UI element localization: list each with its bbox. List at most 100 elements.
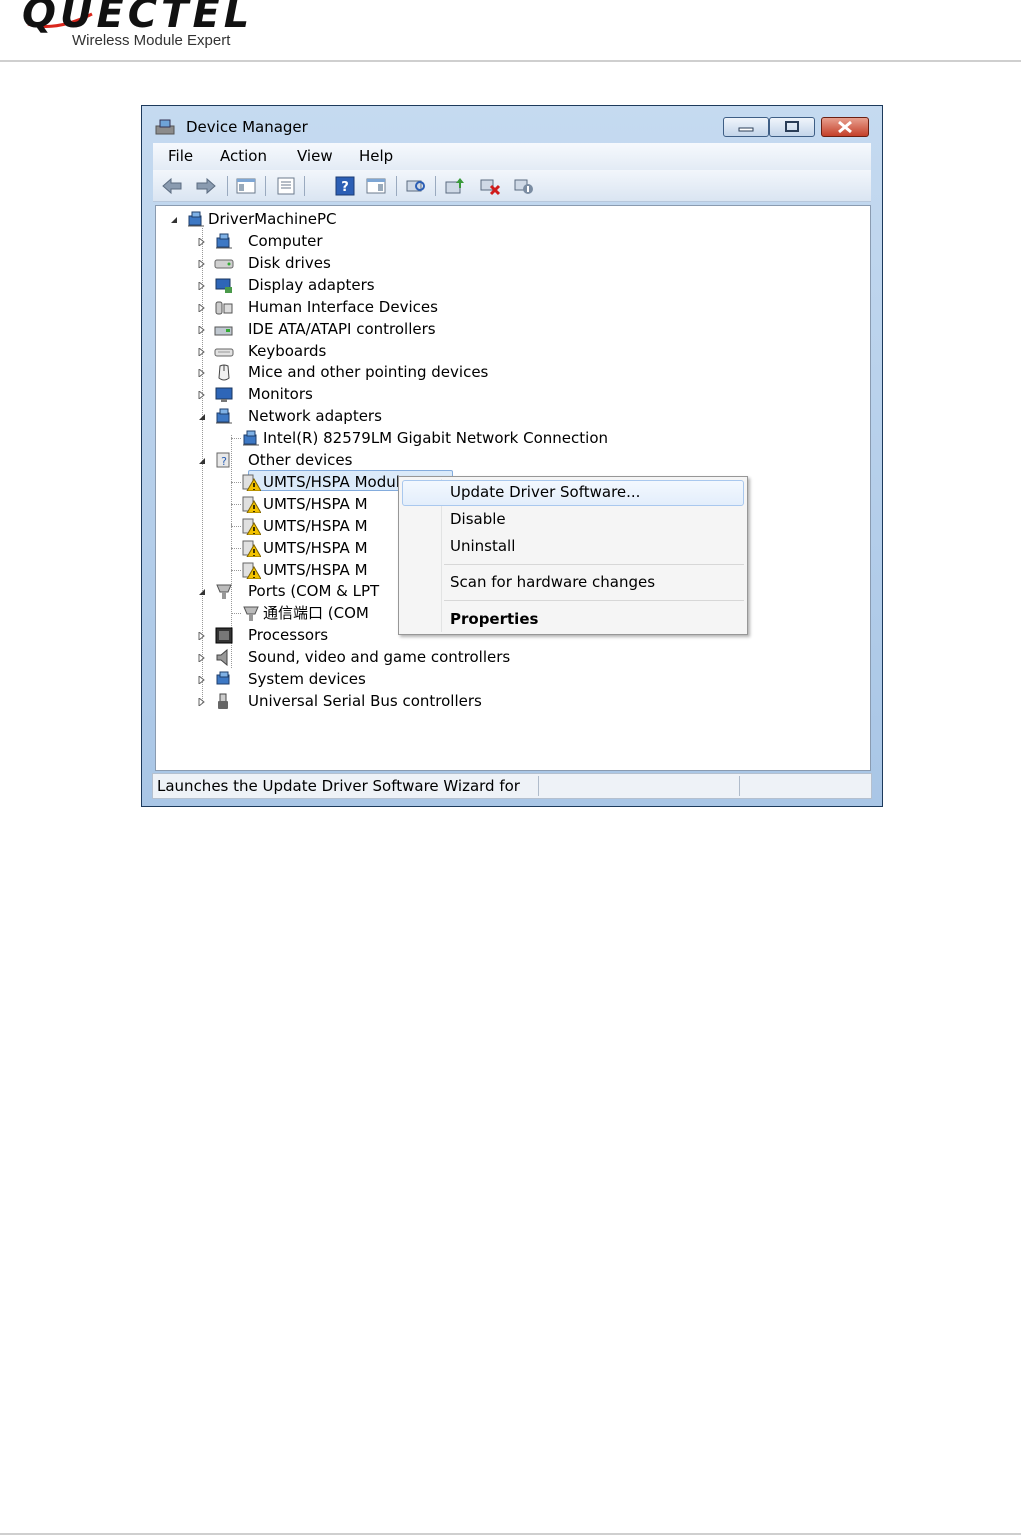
expanded-triangle-icon[interactable] (198, 413, 206, 421)
device-manager-window: Device Manager File Action View Help ? D… (141, 105, 883, 807)
disk-icon (214, 259, 234, 269)
tree-item-label: UMTS/HSPA M (263, 538, 368, 557)
warning-icon (242, 540, 261, 557)
hid-icon (215, 301, 233, 315)
collapsed-triangle-icon[interactable] (198, 369, 206, 378)
close-icon (838, 120, 852, 134)
network-icon (243, 430, 259, 446)
device-manager-icon (155, 119, 175, 135)
tree-connector (231, 525, 241, 527)
toolbar: ? (153, 170, 871, 202)
expanded-triangle-icon[interactable] (170, 216, 178, 224)
tree-item-label: UMTS/HSPA M (263, 494, 368, 513)
usb-icon (218, 693, 228, 709)
toolbar-separator (435, 176, 436, 196)
collapsed-triangle-icon[interactable] (198, 676, 206, 684)
tree-item-label: Keyboards (248, 341, 327, 360)
cpu-icon (215, 627, 233, 644)
menu-item-scan-hardware[interactable]: Scan for hardware changes (450, 573, 655, 591)
scan-hardware-icon[interactable] (405, 176, 427, 196)
back-arrow-icon[interactable] (161, 176, 183, 196)
warning-icon (242, 518, 261, 535)
menu-item-properties[interactable]: Properties (450, 610, 538, 628)
tree-item-label: Processors (248, 626, 329, 645)
collapsed-triangle-icon[interactable] (198, 303, 206, 312)
quectel-logo: QUECTEL (22, 0, 254, 37)
expanded-triangle-icon[interactable] (198, 457, 206, 465)
show-hide-console-icon[interactable] (235, 176, 257, 196)
system-icon (216, 671, 230, 685)
svg-text:?: ? (221, 455, 227, 468)
warning-icon (242, 496, 261, 513)
menu-file[interactable]: File (168, 147, 193, 165)
keyboard-icon (214, 348, 234, 356)
toolbar-separator (227, 176, 228, 196)
tree-item-label: Human Interface Devices (248, 297, 438, 316)
status-divider (739, 776, 740, 796)
tree-item-label: Other devices (248, 451, 353, 469)
menu-view[interactable]: View (297, 147, 333, 165)
forward-arrow-icon[interactable] (195, 176, 217, 196)
tree-item-label: UMTS/HSPA M (263, 560, 368, 579)
status-text: Launches the Update Driver Software Wiza… (157, 777, 520, 795)
expanded-triangle-icon[interactable] (198, 588, 206, 596)
minimize-button[interactable] (723, 117, 769, 137)
collapsed-triangle-icon[interactable] (198, 654, 206, 663)
toolbar-separator (304, 176, 305, 196)
status-bar: Launches the Update Driver Software Wiza… (152, 773, 872, 799)
help-icon[interactable]: ? (334, 176, 356, 196)
header-divider (0, 60, 1021, 62)
close-button[interactable] (821, 117, 869, 137)
menu-help[interactable]: Help (359, 147, 393, 165)
menu-item-update-driver[interactable]: Update Driver Software... (450, 483, 640, 501)
mouse-icon (218, 364, 230, 381)
warning-icon (242, 562, 261, 579)
tree-item-label: Ports (COM & LPT (248, 582, 380, 601)
tree-item-label: Sound, video and game controllers (248, 648, 511, 667)
network-icon (216, 408, 232, 424)
warning-icon (242, 474, 261, 491)
tree-item-label: Display adapters (248, 275, 375, 294)
tree-item-label: UMTS/HSPA Module (263, 472, 410, 491)
menu-bar: File Action View Help (153, 143, 871, 170)
collapsed-triangle-icon[interactable] (198, 325, 206, 334)
window-title: Device Manager (186, 118, 308, 136)
collapsed-triangle-icon[interactable] (198, 281, 206, 290)
collapsed-triangle-icon[interactable] (198, 238, 206, 246)
network-icon (216, 233, 232, 249)
toolbar-separator (396, 176, 397, 196)
tree-connector (231, 613, 241, 615)
menu-separator (444, 564, 744, 565)
tree-item-label: Mice and other pointing devices (248, 363, 489, 382)
menu-action[interactable]: Action (220, 147, 267, 165)
collapsed-triangle-icon[interactable] (198, 259, 206, 268)
monitor-icon (215, 387, 233, 403)
update-driver-icon[interactable] (444, 176, 466, 196)
maximize-button[interactable] (769, 117, 815, 137)
properties-icon[interactable] (275, 176, 297, 196)
svg-text:?: ? (341, 180, 349, 195)
tree-connector (231, 547, 241, 549)
collapsed-triangle-icon[interactable] (198, 632, 206, 641)
tree-connector (231, 503, 241, 505)
collapsed-triangle-icon[interactable] (198, 391, 206, 400)
tree-item-label: 通信端口 (COM (263, 604, 369, 623)
document-header: QUECTEL Wireless Module Expert (0, 0, 1021, 62)
menu-item-disable[interactable]: Disable (450, 510, 506, 528)
disable-device-icon[interactable] (513, 176, 535, 196)
collapsed-triangle-icon[interactable] (198, 697, 206, 706)
footer-divider (0, 1533, 1021, 1535)
computer-icon (188, 211, 204, 227)
tree-item-label: Universal Serial Bus controllers (248, 691, 482, 710)
uninstall-device-icon[interactable] (479, 176, 501, 196)
toolbar-separator (265, 176, 266, 196)
collapsed-triangle-icon[interactable] (198, 347, 206, 356)
display-icon (215, 278, 232, 293)
menu-item-uninstall[interactable]: Uninstall (450, 537, 515, 555)
port-icon (243, 606, 259, 622)
minimize-icon (738, 127, 754, 132)
port-icon (216, 584, 232, 600)
tree-root-label: DriverMachinePC (208, 210, 337, 228)
action-pane-icon[interactable] (365, 176, 387, 196)
title-bar[interactable]: Device Manager (142, 106, 882, 144)
